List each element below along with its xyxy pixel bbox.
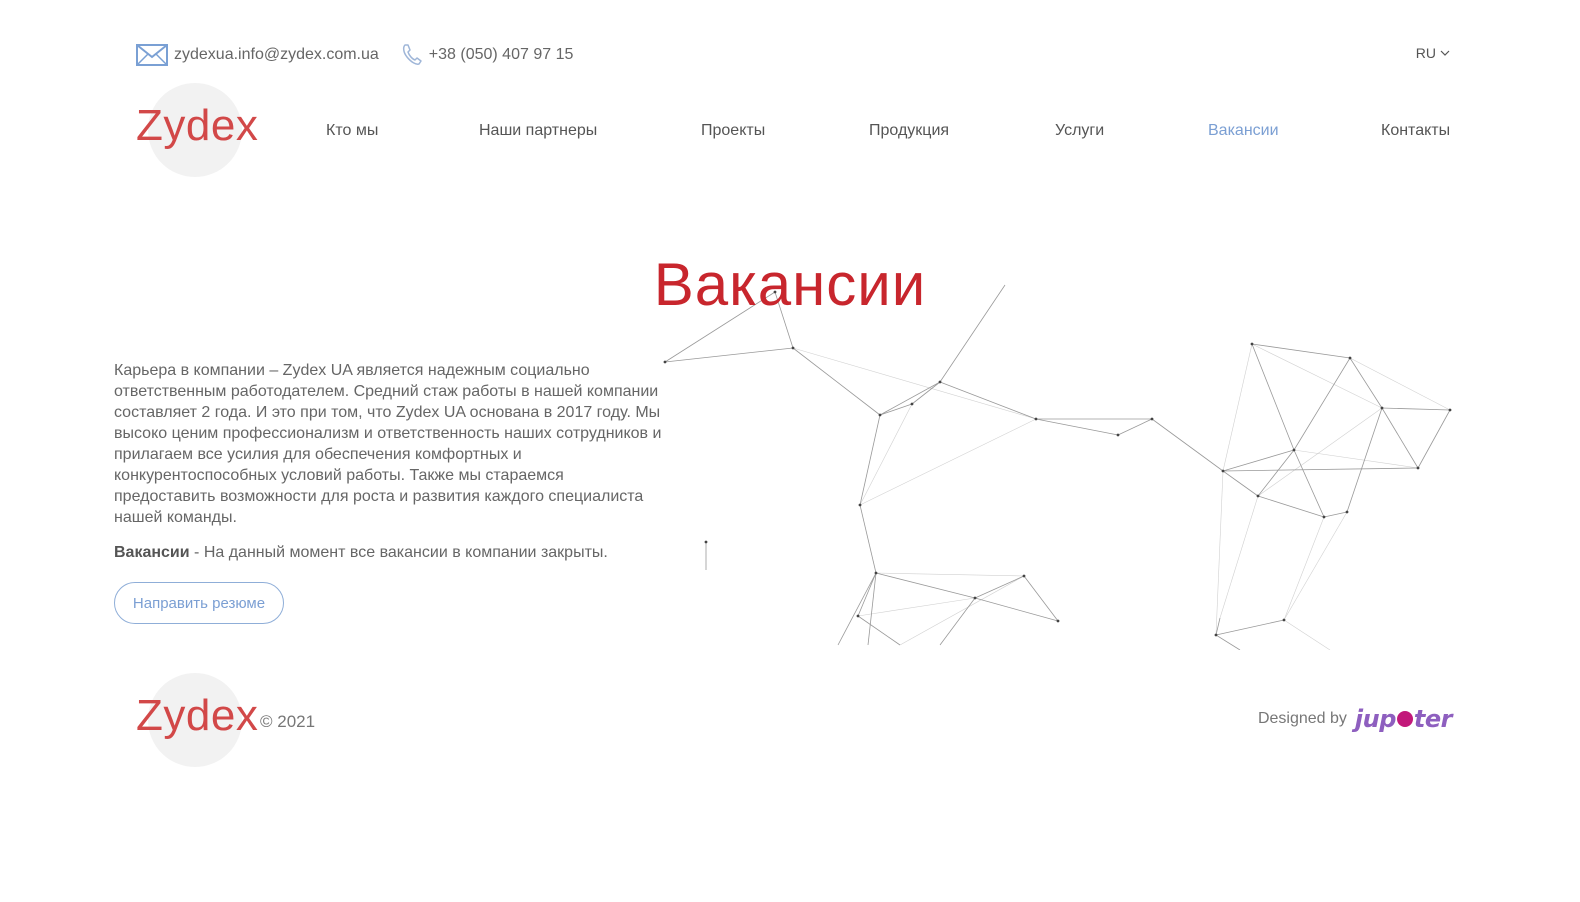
vacancies-label: Вакансии bbox=[114, 544, 190, 561]
copyright: © 2021 bbox=[260, 712, 316, 731]
nav-item-contacts[interactable]: Контакты bbox=[1381, 122, 1450, 140]
vacancies-status: Вакансии - На данный момент все вакансии… bbox=[114, 544, 664, 562]
jupiter-logo[interactable]: jup ter bbox=[1354, 705, 1453, 733]
intro-paragraph: Карьера в компании – Zydex UA является н… bbox=[114, 362, 662, 526]
nav-item-who-we-are[interactable]: Кто мы bbox=[326, 122, 378, 140]
nav-item-vacancies[interactable]: Вакансии bbox=[1208, 122, 1279, 140]
jupiter-logo-part2: ter bbox=[1413, 705, 1453, 733]
designed-by-label: Designed by bbox=[1257, 710, 1347, 727]
page: zydexua.info@zydex.com.ua +38 (050) 407 … bbox=[0, 0, 1580, 902]
jupiter-logo-part1: jup bbox=[1354, 705, 1397, 733]
page-title: Вакансии bbox=[653, 251, 927, 318]
logo-text: Zydex bbox=[136, 691, 259, 740]
phone-contact[interactable]: +38 (050) 407 97 15 bbox=[401, 43, 574, 67]
nav-item-partners[interactable]: Наши партнеры bbox=[479, 122, 597, 140]
jupiter-dot-icon bbox=[1396, 711, 1413, 727]
language-label: RU bbox=[1415, 45, 1436, 61]
contact-bar: zydexua.info@zydex.com.ua +38 (050) 407 … bbox=[136, 40, 595, 70]
send-resume-button[interactable]: Направить резюме bbox=[114, 582, 284, 624]
vacancies-text: - На данный момент все вакансии в компан… bbox=[189, 544, 608, 561]
phone-text: +38 (050) 407 97 15 bbox=[428, 46, 574, 63]
email-text: zydexua.info@zydex.com.ua bbox=[174, 46, 379, 63]
vacancies-content: Карьера в компании – Zydex UA является н… bbox=[114, 360, 664, 562]
main-nav: Кто мы Наши партнеры Проекты Продукция У… bbox=[0, 122, 1580, 146]
nav-item-products[interactable]: Продукция bbox=[869, 122, 949, 140]
mail-icon bbox=[136, 44, 168, 66]
email-contact[interactable]: zydexua.info@zydex.com.ua bbox=[136, 43, 379, 67]
phone-icon bbox=[402, 44, 422, 65]
chevron-down-icon bbox=[1440, 50, 1450, 56]
footer-logo[interactable]: Zydex bbox=[136, 673, 259, 769]
designed-by: Designed by jup ter bbox=[1257, 705, 1453, 733]
language-selector[interactable]: RU bbox=[1416, 45, 1450, 61]
network-graphic bbox=[663, 284, 1452, 650]
nav-item-projects[interactable]: Проекты bbox=[701, 122, 765, 140]
nav-item-services[interactable]: Услуги bbox=[1055, 122, 1104, 140]
